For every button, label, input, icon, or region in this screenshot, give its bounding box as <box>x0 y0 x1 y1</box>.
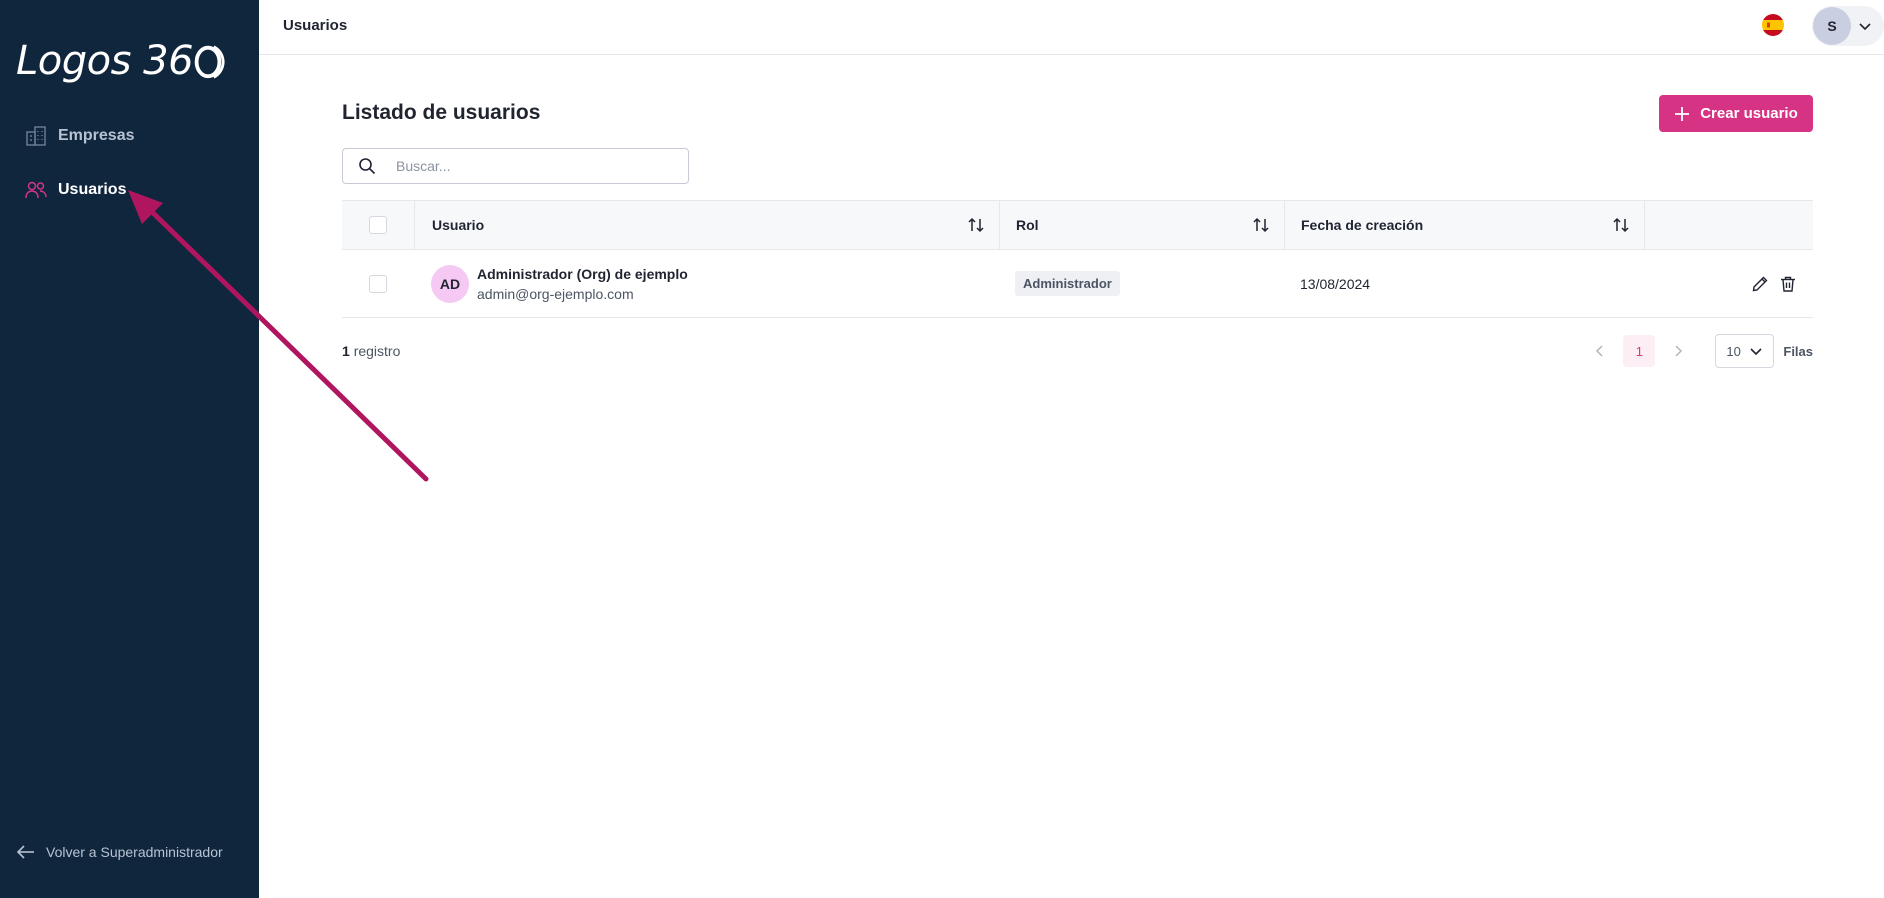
arrow-left-icon <box>16 845 34 859</box>
sort-icon[interactable] <box>1252 217 1270 233</box>
sort-icon[interactable] <box>967 217 985 233</box>
record-count-number: 1 <box>342 343 350 359</box>
column-header-rol[interactable]: Rol <box>999 201 1284 249</box>
row-select-cell <box>342 250 414 317</box>
column-header-actions <box>1644 201 1813 249</box>
user-cell: AD Administrador (Org) de ejemplo admin@… <box>414 250 999 317</box>
search-box[interactable] <box>342 148 689 184</box>
record-count-label: registro <box>353 343 401 359</box>
role-badge: Administrador <box>1015 271 1120 296</box>
column-header-fecha[interactable]: Fecha de creación <box>1284 201 1644 249</box>
chevron-left-icon[interactable] <box>1593 344 1607 358</box>
annotation-arrow <box>128 190 429 482</box>
chevron-down-icon <box>1750 348 1762 356</box>
logo-zero-ring-icon <box>194 45 225 79</box>
user-info: Administrador (Org) de ejemplo admin@org… <box>477 266 688 302</box>
users-table: Usuario Rol Fecha de creación AD Adminis… <box>342 200 1813 318</box>
back-to-superadmin-link[interactable]: Volver a Superadministrador <box>16 844 223 860</box>
plus-icon <box>1675 106 1690 121</box>
building-icon <box>26 126 46 146</box>
search-icon <box>359 158 376 175</box>
rows-per-page-select[interactable]: 10 <box>1715 334 1775 368</box>
sidebar-item-label: Usuarios <box>58 181 127 198</box>
spain-flag-icon[interactable] <box>1762 14 1784 36</box>
users-icon <box>25 181 47 199</box>
sidebar: Logos 36 Empresas Usuarios Volver a Supe… <box>0 0 259 898</box>
select-all-checkbox[interactable] <box>369 216 387 234</box>
sidebar-item-empresas[interactable]: Empresas <box>24 122 135 150</box>
column-label: Fecha de creación <box>1301 217 1424 233</box>
table-row[interactable]: AD Administrador (Org) de ejemplo admin@… <box>342 250 1813 318</box>
row-checkbox[interactable] <box>369 274 387 293</box>
sidebar-item-label: Empresas <box>58 127 135 144</box>
app-logo[interactable]: Logos 36 <box>16 36 227 86</box>
create-user-label: Crear usuario <box>1700 105 1798 122</box>
column-label: Rol <box>1016 217 1039 233</box>
sidebar-item-usuarios[interactable]: Usuarios <box>24 176 126 204</box>
row-actions <box>1742 250 1813 317</box>
rows-per-page-label: Filas <box>1783 343 1813 359</box>
avatar: S <box>1813 7 1851 45</box>
table-header: Usuario Rol Fecha de creación <box>342 200 1813 250</box>
back-link-label: Volver a Superadministrador <box>46 844 223 860</box>
create-user-button[interactable]: Crear usuario <box>1659 95 1813 132</box>
logo-text: Logos 36 <box>16 38 194 84</box>
record-count: 1 registro <box>342 343 400 359</box>
breadcrumb: Usuarios <box>283 17 348 34</box>
table-footer: 1 registro 1 10 Filas <box>342 334 1813 368</box>
role-cell: Administrador <box>999 250 1120 317</box>
created-date: 13/08/2024 <box>1300 275 1371 292</box>
search-input[interactable] <box>396 158 666 174</box>
column-label: Usuario <box>432 217 485 233</box>
top-bar: Usuarios S <box>259 0 1884 55</box>
pagination: 1 10 Filas <box>1593 334 1813 368</box>
chevron-right-icon[interactable] <box>1671 344 1685 358</box>
user-menu[interactable]: S <box>1812 6 1884 46</box>
column-header-usuario[interactable]: Usuario <box>414 201 999 249</box>
edit-pencil-icon[interactable] <box>1751 275 1769 293</box>
user-name: Administrador (Org) de ejemplo <box>477 265 688 282</box>
sort-icon[interactable] <box>1612 217 1630 233</box>
rows-per-page-value: 10 <box>1726 343 1741 359</box>
chevron-down-icon <box>1859 23 1871 31</box>
page-title: Listado de usuarios <box>342 101 541 124</box>
user-email: admin@org-ejemplo.com <box>477 285 634 302</box>
page-button-current[interactable]: 1 <box>1623 335 1656 367</box>
avatar: AD <box>431 264 469 303</box>
header-cell-select <box>342 201 414 249</box>
trash-icon[interactable] <box>1779 275 1797 293</box>
